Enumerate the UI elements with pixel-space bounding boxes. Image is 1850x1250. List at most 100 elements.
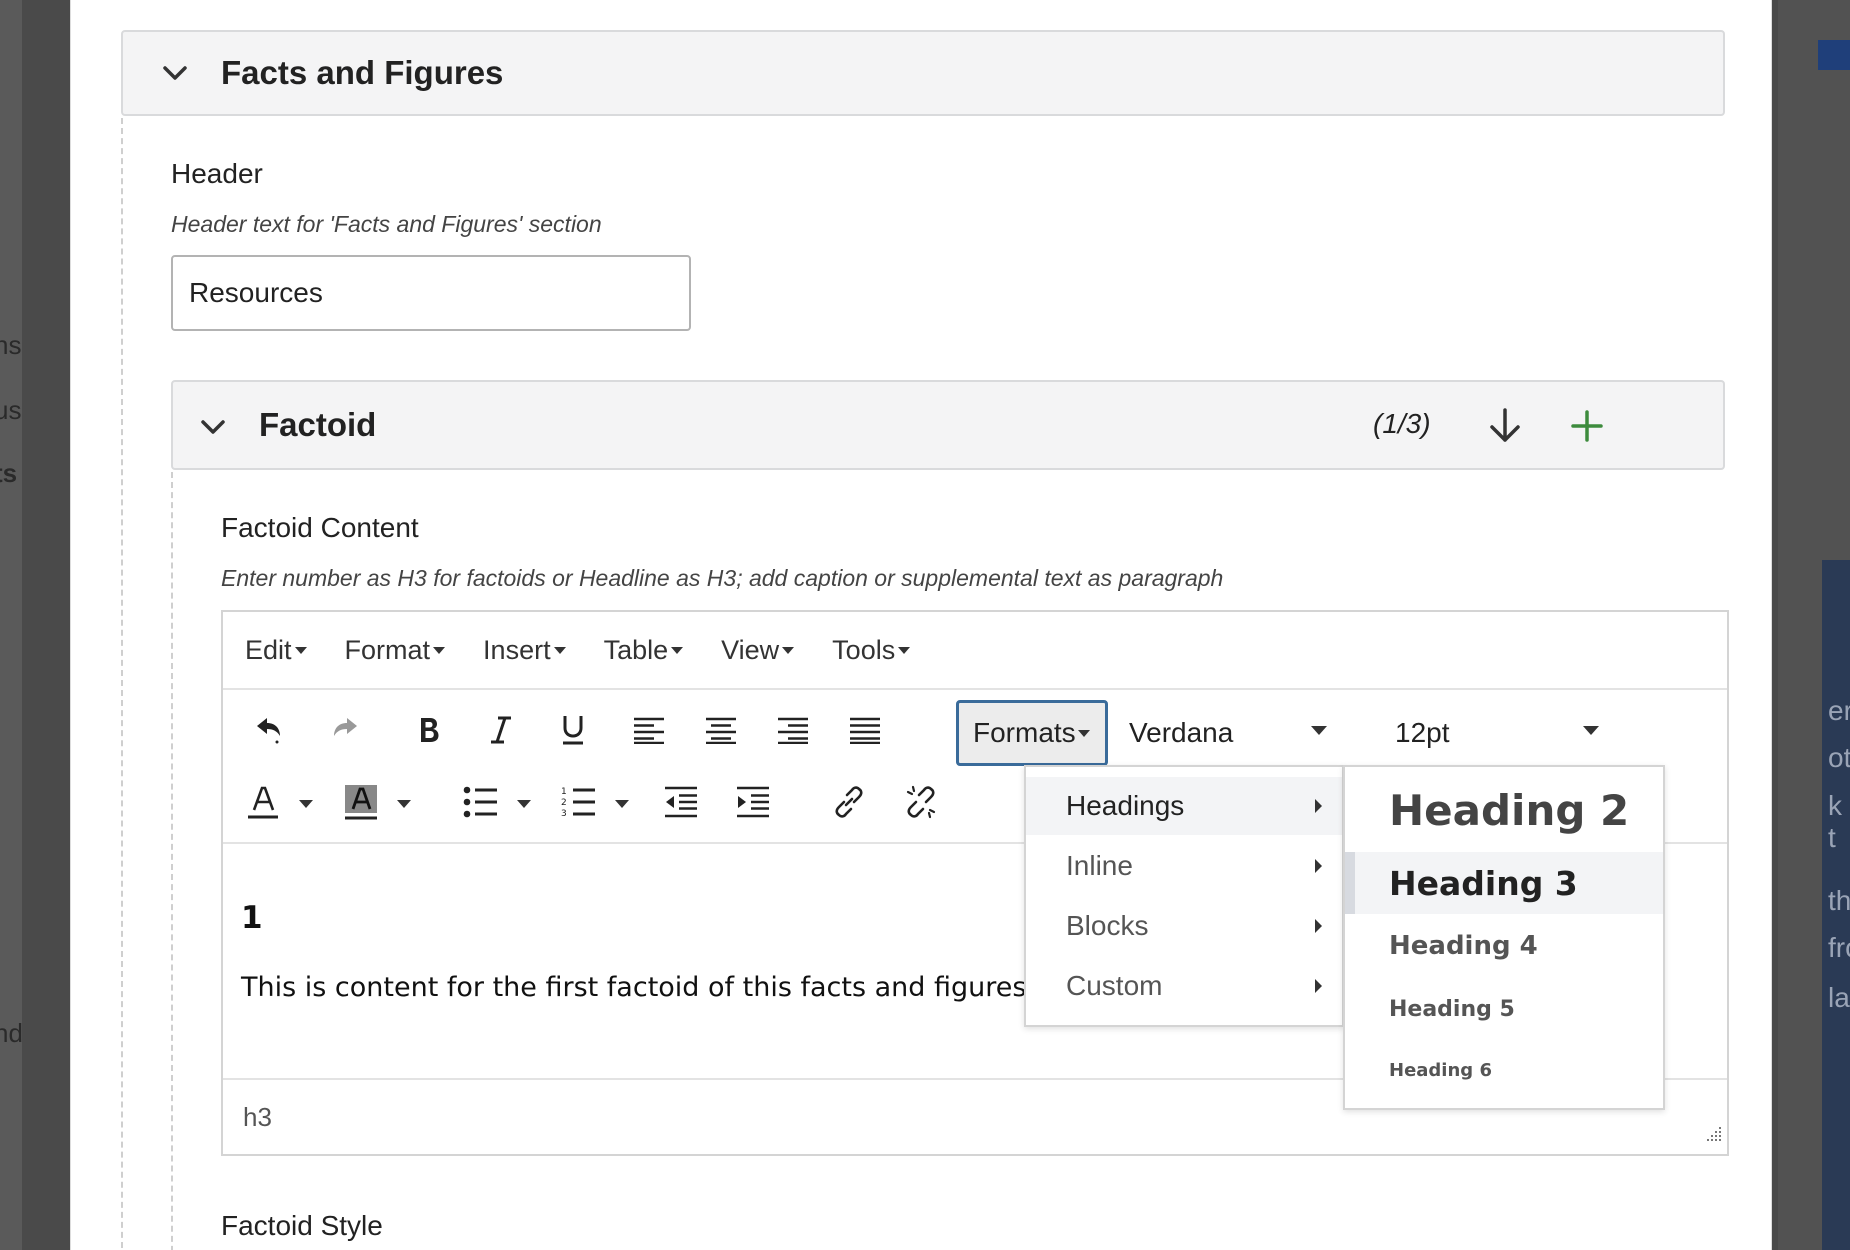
content-paragraph: This is content for the first factoid of… <box>241 972 1141 1003</box>
chevron-down-icon[interactable] <box>193 407 233 447</box>
menu-item-label: Heading 3 <box>1389 863 1578 903</box>
formats-menu-item-inline[interactable]: Inline <box>1026 837 1342 895</box>
header-field-help: Header text for 'Facts and Figures' sect… <box>171 211 602 237</box>
background-color-icon[interactable] <box>335 776 387 828</box>
editor-menubar: Edit Format Insert Table View Tools <box>223 612 1727 690</box>
formats-menu-item-blocks[interactable]: Blocks <box>1026 897 1342 955</box>
formats-label: Formats <box>973 717 1076 748</box>
menu-label: Edit <box>245 634 292 665</box>
menu-view[interactable]: View <box>721 634 795 666</box>
formats-dropdown[interactable]: Formats <box>956 700 1108 766</box>
background-text: lan <box>1828 982 1850 1013</box>
formats-menu-item-headings[interactable]: Headings <box>1026 777 1342 835</box>
heading-6-option[interactable]: Heading 6 <box>1345 1043 1663 1097</box>
align-center-icon[interactable] <box>695 704 747 756</box>
menu-label: Format <box>344 634 431 665</box>
outdent-icon[interactable] <box>655 776 707 828</box>
redo-icon[interactable] <box>319 704 371 756</box>
menu-label: Insert <box>483 634 551 665</box>
menu-edit[interactable]: Edit <box>245 635 307 666</box>
factoid-indent-guide <box>171 472 173 1250</box>
menu-format[interactable]: Format <box>345 635 446 666</box>
undo-icon[interactable] <box>243 704 295 756</box>
add-icon[interactable] <box>1565 404 1609 448</box>
numbered-list-icon[interactable]: 123 <box>553 776 605 828</box>
menu-insert[interactable]: Insert <box>483 635 566 666</box>
header-input[interactable] <box>171 255 691 331</box>
background-text: ot <box>1828 742 1850 773</box>
link-icon[interactable] <box>823 776 875 828</box>
indent-icon[interactable] <box>727 776 779 828</box>
underline-icon[interactable] <box>547 704 599 756</box>
header-field-label: Header <box>171 158 263 189</box>
menu-table[interactable]: Table <box>604 635 684 666</box>
heading-5-option[interactable]: Heading 5 <box>1345 981 1663 1037</box>
chevron-right-icon <box>1315 919 1322 933</box>
chevron-down-icon[interactable] <box>611 784 633 824</box>
bullet-list-icon[interactable] <box>455 776 507 828</box>
section-indent-guide <box>121 118 123 1250</box>
resize-handle-icon[interactable] <box>1703 1119 1723 1150</box>
menu-item-label: Inline <box>1066 850 1133 881</box>
background-text: fro <box>1828 932 1850 963</box>
font-size-select[interactable]: 12pt <box>1395 708 1450 758</box>
background-text: ts <box>0 458 18 488</box>
section-title: Facts and Figures <box>221 54 504 91</box>
menu-item-label: Heading 5 <box>1389 996 1515 1022</box>
svg-text:3: 3 <box>561 809 567 819</box>
section-header-facts-and-figures[interactable]: Facts and Figures <box>121 30 1725 116</box>
menu-label: View <box>721 634 780 665</box>
chevron-down-icon[interactable] <box>295 784 317 824</box>
background-accent <box>1818 40 1850 70</box>
move-down-icon[interactable] <box>1483 404 1527 448</box>
menu-item-label: Blocks <box>1066 910 1149 941</box>
chevron-right-icon <box>1315 859 1322 873</box>
chevron-down-icon[interactable] <box>1583 726 1599 735</box>
edit-modal: Facts and Figures Header Header text for… <box>70 0 1772 1250</box>
svg-text:1: 1 <box>561 787 567 797</box>
menu-item-label: Custom <box>1066 970 1163 1001</box>
text-color-icon[interactable] <box>237 776 289 828</box>
background-text: th <box>1828 885 1850 916</box>
factoid-content-label: Factoid Content <box>221 512 419 543</box>
formats-menu: Headings Inline Blocks Custom <box>1024 765 1344 1027</box>
background-text: us <box>0 395 22 425</box>
factoid-title: Factoid <box>259 406 377 443</box>
menu-tools[interactable]: Tools <box>832 634 911 666</box>
font-family-select[interactable]: Verdana <box>1129 708 1233 758</box>
factoid-content-help: Enter number as H3 for factoids or Headl… <box>221 565 1224 591</box>
chevron-right-icon <box>1315 799 1322 813</box>
chevron-down-icon[interactable] <box>155 53 195 93</box>
factoid-style-label: Factoid Style <box>221 1210 383 1241</box>
menu-item-label: Heading 4 <box>1389 931 1538 961</box>
chevron-down-icon[interactable] <box>393 784 415 824</box>
chevron-down-icon[interactable] <box>1311 726 1327 735</box>
align-left-icon[interactable] <box>623 704 675 756</box>
factoid-header[interactable]: Factoid (1/3) <box>171 380 1725 470</box>
unlink-icon[interactable] <box>895 776 947 828</box>
formats-menu-item-custom[interactable]: Custom <box>1026 957 1342 1015</box>
background-page-left: ns us ts nd <box>0 0 22 1250</box>
chevron-down-icon[interactable] <box>513 784 535 824</box>
headings-submenu: Heading 2 Heading 3 Heading 4 Heading 5 … <box>1343 765 1665 1110</box>
align-justify-icon[interactable] <box>839 704 891 756</box>
background-text: ns <box>0 330 22 360</box>
background-text: er <box>1828 695 1850 726</box>
menu-item-label: Heading 2 <box>1389 785 1630 835</box>
italic-icon[interactable] <box>475 704 527 756</box>
font-family-value: Verdana <box>1129 717 1234 748</box>
font-size-value: 12pt <box>1395 717 1450 748</box>
menu-item-label: Headings <box>1066 790 1185 821</box>
element-path[interactable]: h3 <box>243 1102 272 1133</box>
background-text: k t <box>1828 790 1842 853</box>
heading-4-option[interactable]: Heading 4 <box>1345 917 1663 975</box>
background-text: nd <box>0 1018 22 1048</box>
svg-text:2: 2 <box>561 798 567 808</box>
menu-item-label: Heading 6 <box>1389 1059 1492 1081</box>
align-right-icon[interactable] <box>767 704 819 756</box>
menu-label: Tools <box>832 634 896 665</box>
bold-icon[interactable] <box>403 704 455 756</box>
factoid-count: (1/3) <box>1373 408 1431 439</box>
heading-3-option[interactable]: Heading 3 <box>1345 852 1663 914</box>
heading-2-option[interactable]: Heading 2 <box>1345 777 1663 843</box>
